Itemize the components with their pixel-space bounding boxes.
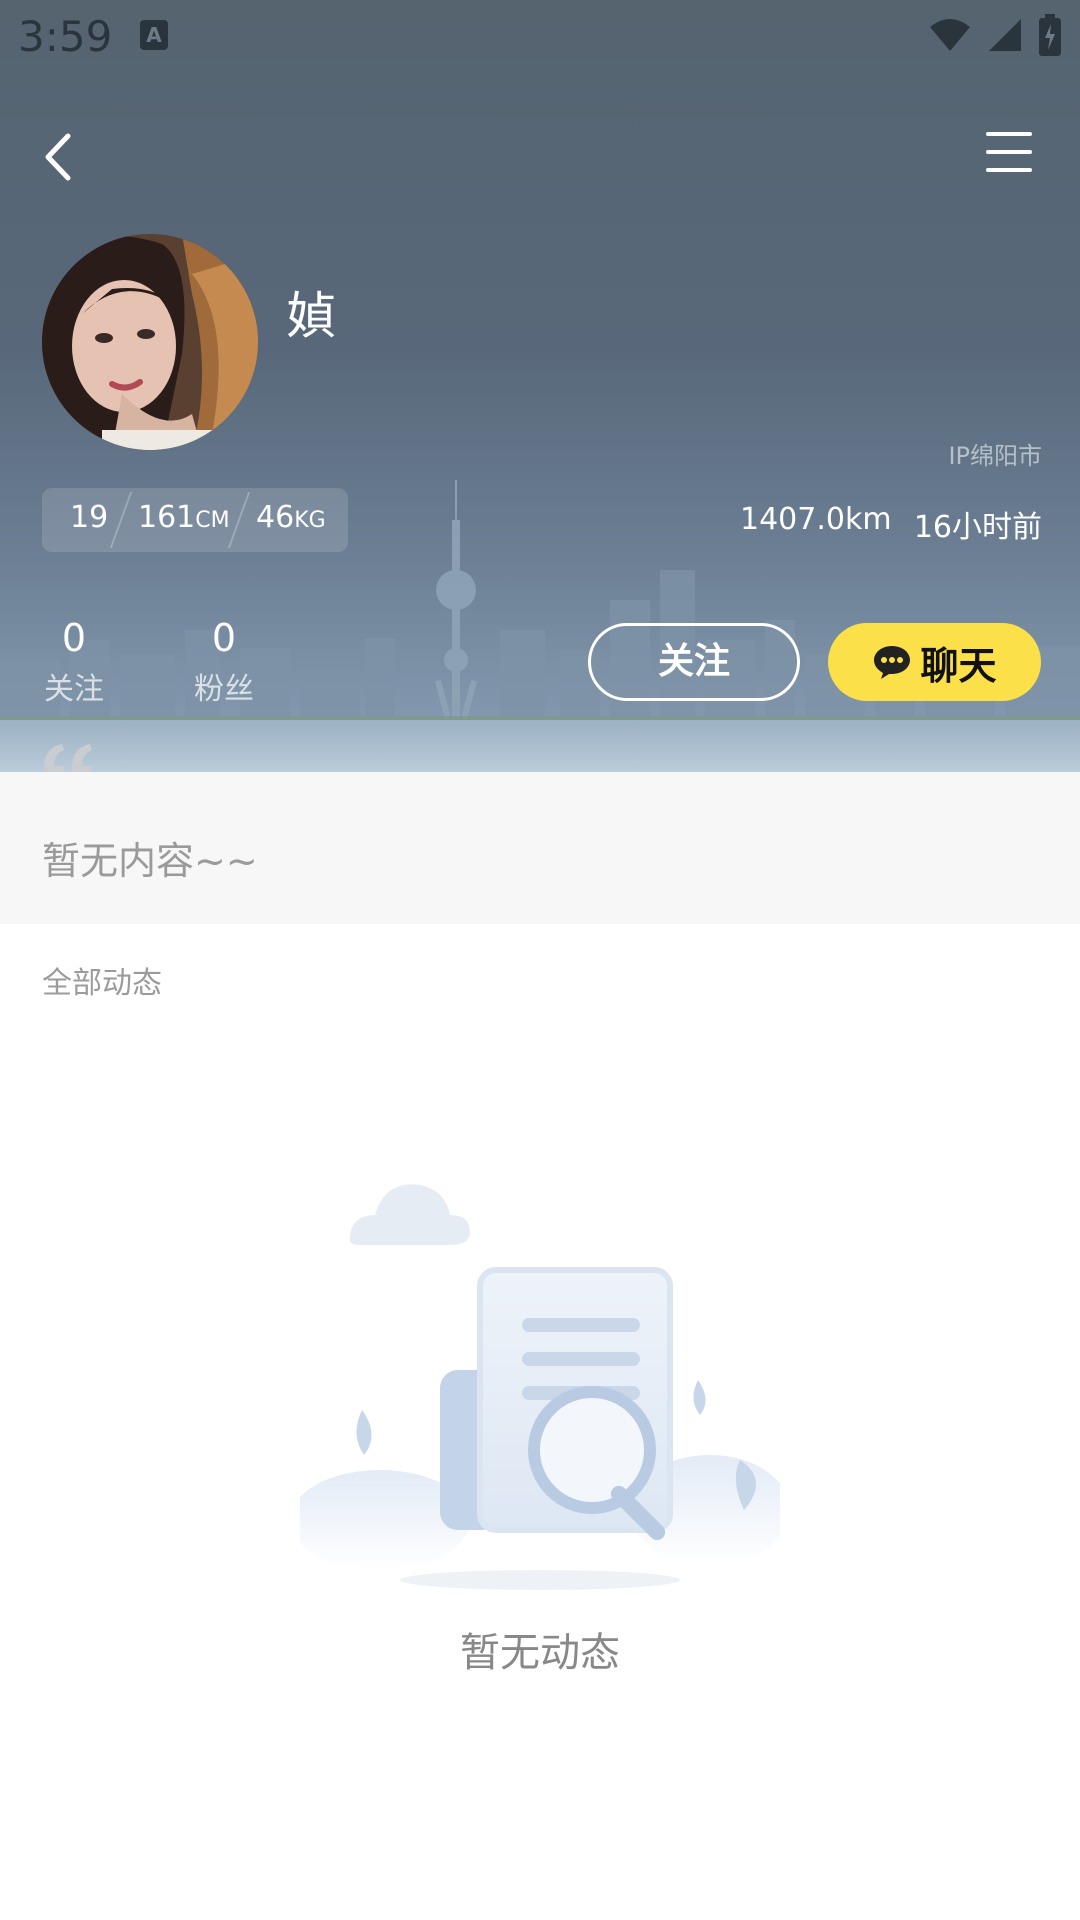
- weight-unit: KG: [294, 508, 326, 533]
- bio-section: 暂无内容~~: [0, 772, 1080, 924]
- profile-header: 3:59 A 媜 IP绵阳市 19 161CM 46KG 1407.0km 16…: [0, 0, 1080, 772]
- age-value: 19: [70, 500, 109, 535]
- bio-text: 暂无内容~~: [42, 839, 258, 883]
- stats-pill: 19 161CM 46KG: [42, 488, 348, 552]
- status-time: 3:59: [18, 12, 113, 61]
- height-stat: 161CM: [138, 500, 230, 535]
- ip-location: IP绵阳市: [948, 442, 1042, 470]
- height-value: 161: [138, 500, 196, 535]
- wifi-icon: [929, 19, 970, 51]
- chevron-left-icon: [45, 133, 71, 181]
- follow-button[interactable]: 关注: [588, 623, 800, 701]
- feed-section-title: 全部动态: [42, 966, 162, 1001]
- avatar-photo: [42, 234, 258, 450]
- last-active: 16小时前: [913, 510, 1042, 545]
- fans-label: 粉丝: [194, 672, 254, 707]
- weight-value: 46: [256, 500, 295, 535]
- divider: [109, 492, 133, 548]
- battery-icon: [1039, 14, 1061, 56]
- quote-icon: [44, 744, 92, 772]
- status-bar: 3:59 A: [0, 0, 1080, 72]
- chat-label: 聊天: [920, 643, 997, 688]
- fans-count: 0: [211, 616, 237, 660]
- divider: [227, 492, 251, 548]
- fans-counter[interactable]: 0 粉丝: [184, 616, 264, 708]
- height-unit: CM: [195, 508, 230, 533]
- chat-bubble-icon: [874, 646, 911, 679]
- back-button[interactable]: [30, 120, 90, 190]
- following-label: 关注: [44, 672, 104, 707]
- a-icon: A: [140, 20, 168, 50]
- distance: 1407.0km: [740, 502, 892, 537]
- avatar[interactable]: [42, 234, 258, 450]
- signal-icon: [988, 19, 1021, 51]
- empty-feed-text: 暂无动态: [460, 1630, 620, 1676]
- empty-feed-illustration: [300, 1184, 780, 1590]
- following-counter[interactable]: 0 关注: [34, 616, 114, 708]
- menu-button[interactable]: [982, 124, 1038, 180]
- status-icons: [918, 14, 1062, 58]
- username: 媜: [286, 287, 336, 345]
- weight-stat: 46KG: [256, 500, 326, 535]
- chat-button[interactable]: 聊天: [828, 623, 1041, 701]
- hamburger-icon: [986, 132, 1032, 172]
- following-count: 0: [61, 616, 87, 660]
